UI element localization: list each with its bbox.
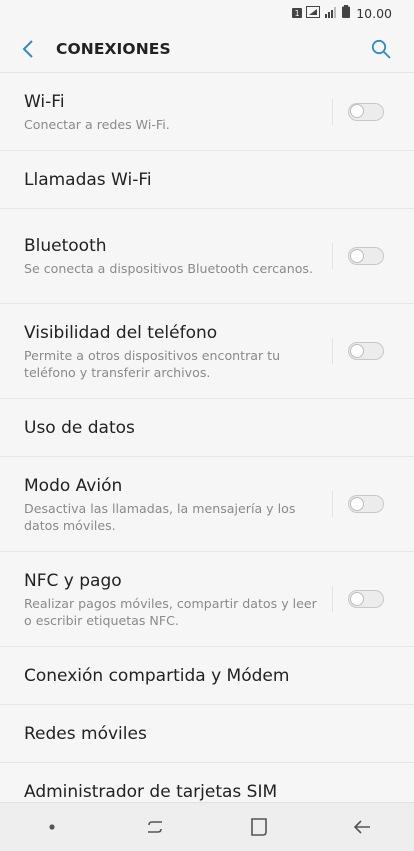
recent-apps-icon: [148, 821, 163, 833]
nav-dot-button[interactable]: [22, 807, 82, 847]
list-item-phone-visibility[interactable]: Visibilidad del teléfono Permite a otros…: [0, 304, 414, 399]
divider: [332, 586, 333, 612]
list-item-data-usage[interactable]: Uso de datos: [0, 399, 414, 457]
wifi-toggle[interactable]: [348, 102, 384, 121]
settings-list: Wi-Fi Conectar a redes Wi-Fi. Llamadas W…: [0, 73, 414, 803]
list-item-tethering[interactable]: Conexión compartida y Módem: [0, 647, 414, 705]
status-bar: 1 10.00: [0, 0, 414, 26]
back-nav-button[interactable]: [332, 807, 392, 847]
home-button[interactable]: [229, 807, 289, 847]
list-item-sim-manager[interactable]: Administrador de tarjetas SIM: [0, 763, 414, 803]
toggle-area: [332, 304, 414, 398]
search-button[interactable]: [368, 36, 394, 62]
back-button[interactable]: [14, 35, 42, 63]
toggle-area: [332, 73, 414, 150]
toggle-knob: [350, 591, 364, 606]
back-chevron-icon: [22, 40, 33, 58]
dot-icon: [49, 824, 55, 830]
list-item-wifi-calling[interactable]: Llamadas Wi-Fi: [0, 151, 414, 209]
list-item-bluetooth[interactable]: Bluetooth Se conecta a dispositivos Blue…: [0, 209, 414, 304]
divider: [332, 98, 333, 125]
airplane-mode-toggle[interactable]: [348, 495, 384, 513]
bluetooth-toggle[interactable]: [348, 247, 384, 265]
list-item-nfc[interactable]: NFC y pago Realizar pagos móviles, compa…: [0, 552, 414, 647]
nfc-toggle[interactable]: [348, 590, 384, 608]
item-title: Conexión compartida y Módem: [24, 665, 290, 686]
home-icon: [250, 818, 267, 836]
signal-bars-icon: [324, 6, 338, 21]
app-header: CONEXIONES: [0, 26, 414, 73]
divider: [332, 491, 333, 517]
visibility-toggle[interactable]: [348, 342, 384, 360]
toggle-area: [332, 457, 414, 551]
signal-icon: [306, 5, 321, 21]
item-title: Administrador de tarjetas SIM: [24, 781, 278, 802]
item-title: Llamadas Wi-Fi: [24, 169, 152, 190]
toggle-area: [332, 209, 414, 303]
list-item-wifi[interactable]: Wi-Fi Conectar a redes Wi-Fi.: [0, 73, 414, 151]
item-title: Redes móviles: [24, 723, 147, 744]
recent-apps-button[interactable]: [125, 807, 185, 847]
clock: 10.00: [356, 5, 392, 21]
toggle-knob: [350, 248, 364, 263]
battery-icon: [342, 5, 351, 21]
divider: [332, 338, 333, 364]
navigation-bar: [0, 802, 414, 851]
page-title: CONEXIONES: [56, 40, 171, 58]
back-arrow-icon: [354, 820, 371, 834]
list-item-mobile-networks[interactable]: Redes móviles: [0, 705, 414, 763]
sim-icon: 1: [292, 8, 303, 18]
search-icon: [371, 39, 391, 59]
list-item-airplane-mode[interactable]: Modo Avión Desactiva las llamadas, la me…: [0, 457, 414, 552]
toggle-area: [332, 552, 414, 646]
item-title: Uso de datos: [24, 417, 135, 438]
toggle-knob: [350, 343, 364, 358]
toggle-knob: [350, 496, 364, 511]
toggle-knob: [350, 104, 364, 118]
divider: [332, 243, 333, 269]
